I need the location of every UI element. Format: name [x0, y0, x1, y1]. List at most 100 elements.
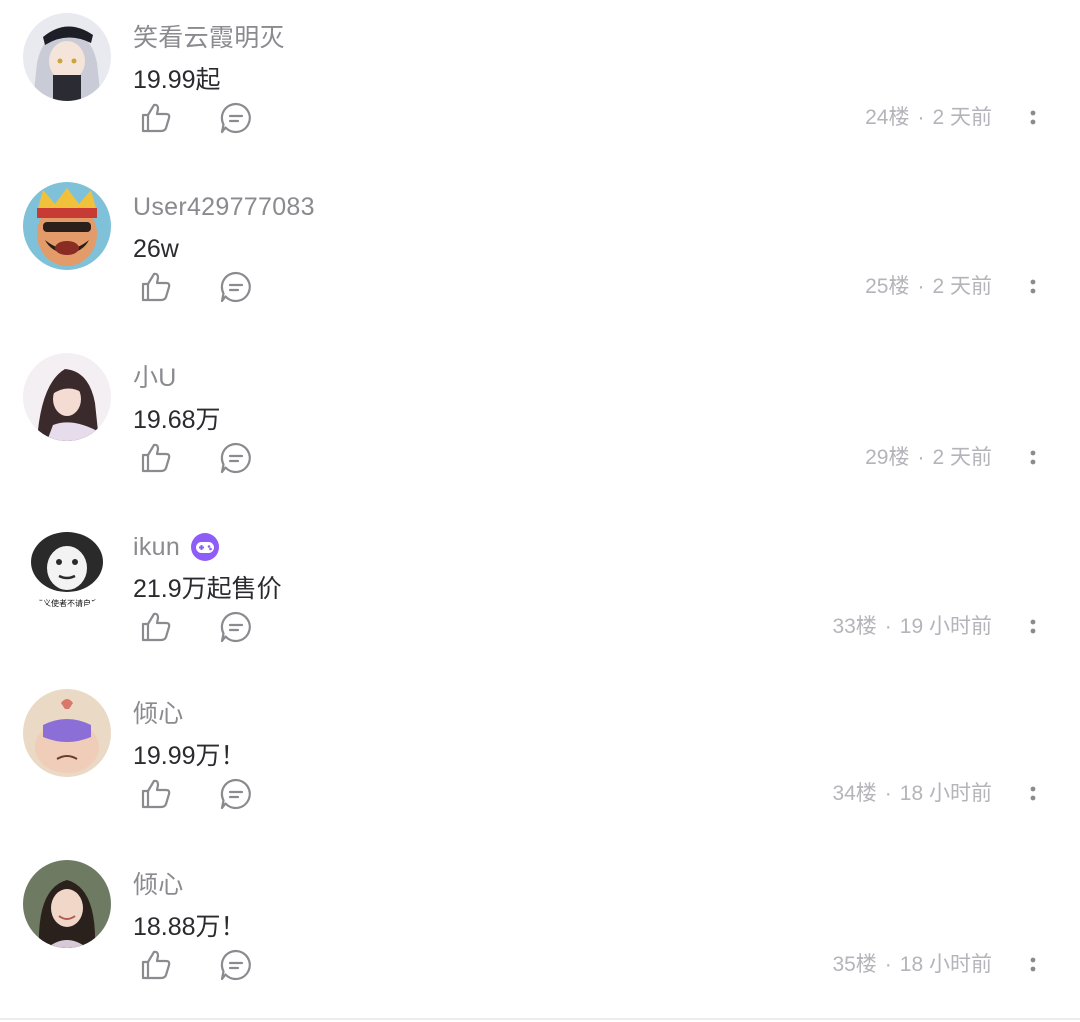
- more-vertical-icon: [1030, 786, 1036, 801]
- floor-number: 33楼: [832, 615, 877, 638]
- user-avatar[interactable]: 正义使者不请自来: [23, 522, 111, 610]
- comment-bubble-icon: [220, 778, 251, 810]
- floor-number: 34楼: [832, 782, 877, 805]
- more-vertical-icon: [1030, 450, 1036, 465]
- username[interactable]: 倾心: [133, 698, 184, 730]
- thumbs-up-icon: [141, 272, 171, 302]
- comment-text: 21.9万起售价: [133, 575, 282, 603]
- comment-bubble-icon: [220, 102, 251, 134]
- reply-button[interactable]: [218, 947, 254, 983]
- username[interactable]: 倾心: [133, 869, 184, 901]
- like-button[interactable]: [138, 269, 174, 305]
- comment-meta: 33楼 · 19 小时前: [832, 612, 992, 642]
- comment-text: 19.99万！: [133, 742, 246, 770]
- cartoon-sleeping-mask-avatar: [23, 689, 111, 777]
- like-button[interactable]: [138, 776, 174, 812]
- more-options-button[interactable]: [1022, 780, 1044, 810]
- comment-text: 19.68万: [133, 406, 221, 434]
- bottom-divider: [0, 1018, 1080, 1020]
- floor-number: 24楼: [865, 106, 910, 129]
- username-row: User429777083: [133, 191, 315, 223]
- comment-text: 26w: [133, 235, 179, 263]
- like-button[interactable]: [138, 947, 174, 983]
- comment-text: 18.88万！: [133, 913, 246, 941]
- comment-meta: 24楼 · 2 天前: [865, 103, 992, 133]
- floor-number: 29楼: [865, 446, 910, 469]
- username-row: ikun: [133, 531, 220, 563]
- like-button[interactable]: [138, 609, 174, 645]
- more-vertical-icon: [1030, 110, 1036, 125]
- user-avatar[interactable]: [23, 13, 111, 101]
- like-button[interactable]: [138, 440, 174, 476]
- more-options-button[interactable]: [1022, 104, 1044, 134]
- cartoon-king-avatar: [23, 182, 111, 270]
- comment-bubble-icon: [220, 949, 251, 981]
- user-avatar[interactable]: [23, 860, 111, 948]
- meta-separator: ·: [884, 953, 892, 976]
- post-time: 2 天前: [932, 275, 992, 298]
- user-avatar[interactable]: [23, 353, 111, 441]
- post-time: 18 小时前: [899, 953, 992, 976]
- more-vertical-icon: [1030, 279, 1036, 294]
- comment-meta: 35楼 · 18 小时前: [832, 950, 992, 980]
- username[interactable]: ikun: [133, 531, 180, 563]
- meta-separator: ·: [884, 615, 892, 638]
- comment-meta: 25楼 · 2 天前: [865, 272, 992, 302]
- post-time: 2 天前: [932, 106, 992, 129]
- illustrated-girl-avatar: [23, 353, 111, 441]
- reply-button[interactable]: [218, 609, 254, 645]
- post-time: 19 小时前: [899, 615, 992, 638]
- reply-button[interactable]: [218, 100, 254, 136]
- username[interactable]: 笑看云霞明灭: [133, 22, 285, 54]
- username-row: 笑看云霞明灭: [133, 22, 285, 54]
- user-badge[interactable]: [190, 532, 220, 562]
- game-controller-badge-icon: [191, 533, 220, 561]
- reply-button[interactable]: [218, 776, 254, 812]
- comment-bubble-icon: [220, 442, 251, 474]
- username[interactable]: User429777083: [133, 191, 315, 223]
- comment-item: User429777083 26w 25楼 · 2 天前: [0, 169, 1080, 334]
- username[interactable]: 小U: [133, 362, 177, 394]
- meta-separator: ·: [917, 446, 925, 469]
- meta-separator: ·: [917, 275, 925, 298]
- photo-woman-avatar: [23, 860, 111, 948]
- more-options-button[interactable]: [1022, 273, 1044, 303]
- more-vertical-icon: [1030, 957, 1036, 972]
- reply-button[interactable]: [218, 269, 254, 305]
- comment-list: 笑看云霞明灭 19.99起 24楼 · 2 天前 User429777083 2…: [0, 0, 1080, 1022]
- thumbs-up-icon: [141, 443, 171, 473]
- username-row: 倾心: [133, 698, 184, 730]
- post-time: 2 天前: [932, 446, 992, 469]
- more-options-button[interactable]: [1022, 444, 1044, 474]
- floor-number: 25楼: [865, 275, 910, 298]
- meta-separator: ·: [884, 782, 892, 805]
- comment-bubble-icon: [220, 271, 251, 303]
- username-row: 倾心: [133, 869, 184, 901]
- like-button[interactable]: [138, 100, 174, 136]
- comment-meta: 34楼 · 18 小时前: [832, 779, 992, 809]
- comment-text: 19.99起: [133, 66, 221, 94]
- more-options-button[interactable]: [1022, 951, 1044, 981]
- user-avatar[interactable]: [23, 182, 111, 270]
- comment-item: 正义使者不请自来 ikun 21.9万起售价 33楼 · 19 小时前: [0, 509, 1080, 674]
- more-vertical-icon: [1030, 619, 1036, 634]
- comment-meta: 29楼 · 2 天前: [865, 443, 992, 473]
- comment-item: 倾心 19.99万！ 34楼 · 18 小时前: [0, 676, 1080, 841]
- comment-item: 小U 19.68万 29楼 · 2 天前: [0, 340, 1080, 505]
- comment-bubble-icon: [220, 611, 251, 643]
- comment-item: 倾心 18.88万！ 35楼 · 18 小时前: [0, 847, 1080, 1012]
- post-time: 18 小时前: [899, 782, 992, 805]
- thumbs-up-icon: [141, 950, 171, 980]
- more-options-button[interactable]: [1022, 613, 1044, 643]
- reply-button[interactable]: [218, 440, 254, 476]
- thumbs-up-icon: [141, 779, 171, 809]
- thumbs-up-icon: [141, 103, 171, 133]
- comment-item: 笑看云霞明灭 19.99起 24楼 · 2 天前: [0, 0, 1080, 165]
- meta-separator: ·: [917, 106, 925, 129]
- username-row: 小U: [133, 362, 177, 394]
- user-avatar[interactable]: [23, 689, 111, 777]
- floor-number: 35楼: [832, 953, 877, 976]
- thumbs-up-icon: [141, 612, 171, 642]
- anime-girl-avatar: [23, 13, 111, 101]
- panda-meme-avatar: 正义使者不请自来: [23, 522, 111, 610]
